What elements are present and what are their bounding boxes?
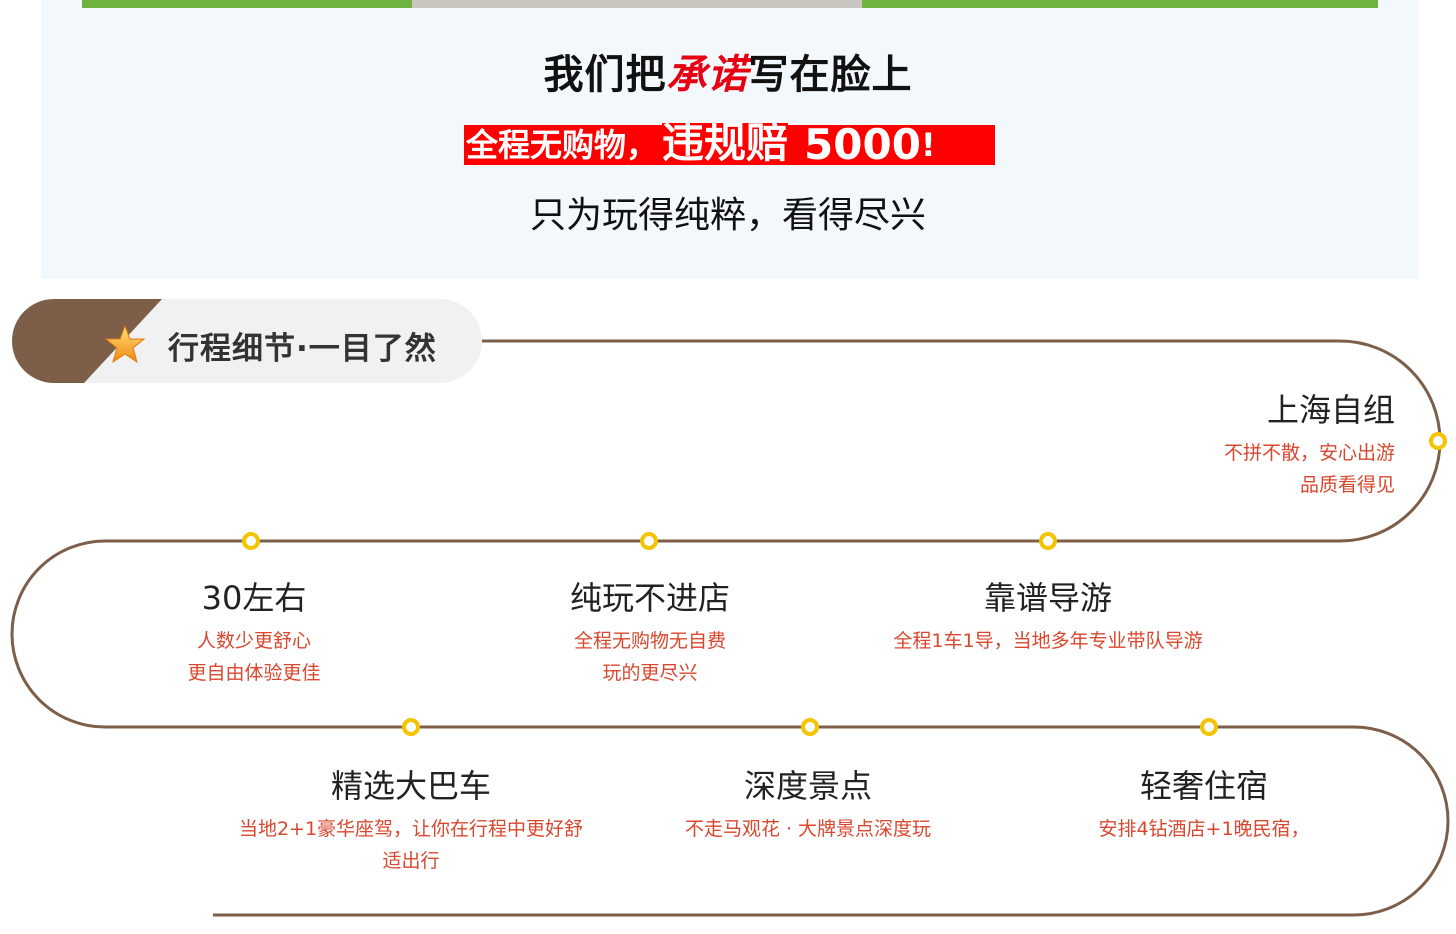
- stop-light-luxury-hotel: 轻奢住宿 安排4钻酒店+1晚民宿，: [1054, 761, 1354, 845]
- stop-desc: 安排4钻酒店+1晚民宿，: [1054, 813, 1354, 845]
- stop-desc-line: 更自由体验更佳: [187, 662, 321, 684]
- stop-shanghai-group: 上海自组 不拼不散，安心出游 品质看得见: [1224, 385, 1395, 501]
- stop-desc-line: 适出行: [382, 850, 440, 872]
- timeline-dot: [1200, 718, 1218, 736]
- stop-title: 靠谱导游: [983, 579, 1112, 617]
- stop-desc-line: 品质看得见: [1299, 474, 1395, 496]
- stop-reliable-guide: 靠谱导游 全程1车1导，当地多年专业带队导游: [848, 573, 1248, 657]
- stop-desc-line: 全程1车1导，当地多年专业带队导游: [893, 630, 1203, 652]
- stop-desc-line: 安排4钻酒店+1晚民宿，: [1098, 818, 1310, 840]
- stop-title: 纯玩不进店: [569, 579, 730, 617]
- stop-title: 精选大巴车: [330, 767, 491, 805]
- stop-desc-line: 人数少更舒心: [196, 630, 311, 652]
- stop-coach-bus: 精选大巴车 当地2+1豪华座驾，让你在行程中更好舒 适出行: [211, 761, 611, 877]
- timeline-dot: [1429, 432, 1447, 450]
- stop-desc-line: 不拼不散，安心出游: [1223, 442, 1395, 464]
- stop-title: 轻奢住宿: [1139, 767, 1268, 805]
- stop-desc-line: 不走马观花 · 大牌景点深度玩: [684, 818, 932, 840]
- stop-desc: 不走马观花 · 大牌景点深度玩: [658, 813, 958, 845]
- stop-desc: 全程无购物无自费 玩的更尽兴: [500, 625, 800, 689]
- timeline-dot: [402, 718, 420, 736]
- timeline-dot: [242, 532, 260, 550]
- stop-title: 上海自组: [1266, 391, 1395, 429]
- timeline-dot: [640, 532, 658, 550]
- stop-desc: 人数少更舒心 更自由体验更佳: [104, 625, 404, 689]
- stop-desc-line: 玩的更尽兴: [602, 662, 698, 684]
- stop-group-size: 30左右 人数少更舒心 更自由体验更佳: [104, 573, 404, 689]
- timeline-dot: [1039, 532, 1057, 550]
- stop-desc: 全程1车1导，当地多年专业带队导游: [848, 625, 1248, 657]
- stop-in-depth-sights: 深度景点 不走马观花 · 大牌景点深度玩: [658, 761, 958, 845]
- stop-no-shopping: 纯玩不进店 全程无购物无自费 玩的更尽兴: [500, 573, 800, 689]
- timeline-dot: [801, 718, 819, 736]
- stop-desc: 当地2+1豪华座驾，让你在行程中更好舒 适出行: [211, 813, 611, 877]
- stop-desc-line: 当地2+1豪华座驾，让你在行程中更好舒: [238, 818, 584, 840]
- stop-desc-line: 全程无购物无自费: [573, 630, 726, 652]
- stop-title: 深度景点: [743, 767, 872, 805]
- stop-title: 30左右: [201, 579, 307, 617]
- stop-desc: 不拼不散，安心出游 品质看得见: [1224, 437, 1395, 501]
